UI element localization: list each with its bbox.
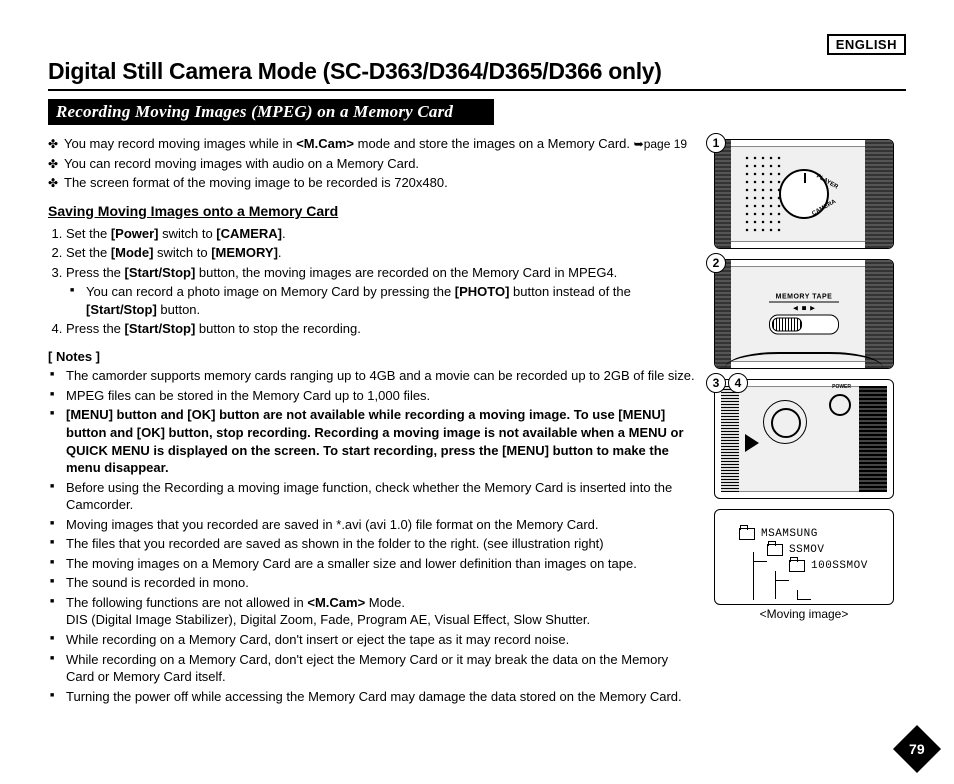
mode-arrows: ◄ ■ ► bbox=[769, 304, 839, 313]
page-number: 79 bbox=[909, 741, 925, 757]
illus-4-wrap: MSAMSUNG SSMOV 100SSMOV <Moving image> bbox=[714, 509, 894, 621]
note-item: The following functions are not allowed … bbox=[66, 594, 696, 629]
step-badge-2: 2 bbox=[706, 253, 726, 273]
note-item: Before using the Recording a moving imag… bbox=[66, 479, 696, 514]
folder-sub: SSMOV bbox=[789, 544, 825, 556]
illus-power-switch: PLAYER CAMERA bbox=[714, 139, 894, 249]
illustration-column: 1 PLAYER CAMERA 2 MEMORY bbox=[714, 139, 906, 707]
t: mode and store the images on a Memory Ca… bbox=[354, 136, 634, 151]
illus-start-stop: POWER bbox=[714, 379, 894, 499]
note-item: The files that you recorded are saved as… bbox=[66, 535, 696, 553]
t: You can record moving images with audio … bbox=[64, 156, 419, 171]
step-1: Set the [Power] switch to [CAMERA]. bbox=[66, 225, 696, 243]
illus-3-wrap: 3 4 POWER bbox=[714, 379, 894, 499]
note-item: [MENU] button and [OK] button are not av… bbox=[66, 406, 696, 476]
illus-caption: <Moving image> bbox=[714, 607, 894, 621]
intro-list: You may record moving images while in <M… bbox=[48, 135, 696, 192]
title-rule bbox=[48, 89, 906, 91]
t: <M.Cam> bbox=[296, 136, 354, 151]
power-label: POWER bbox=[832, 384, 851, 390]
t: You may record moving images while in bbox=[64, 136, 296, 151]
play-icon bbox=[745, 434, 759, 452]
note-item: MPEG files can be stored in the Memory C… bbox=[66, 387, 696, 405]
note-item: While recording on a Memory Card, don't … bbox=[66, 651, 696, 686]
step-badge-4: 4 bbox=[728, 373, 748, 393]
steps-list: Set the [Power] switch to [CAMERA]. Set … bbox=[48, 225, 696, 338]
step-badge-1: 1 bbox=[706, 133, 726, 153]
sub-heading: Saving Moving Images onto a Memory Card bbox=[48, 202, 696, 221]
note-item: Turning the power off while accessing th… bbox=[66, 688, 696, 706]
note-item: Moving images that you recorded are save… bbox=[66, 516, 696, 534]
folder-icon bbox=[739, 528, 755, 540]
illus-folder-tree: MSAMSUNG SSMOV 100SSMOV bbox=[714, 509, 894, 605]
notes-heading: [ Notes ] bbox=[48, 348, 696, 366]
step-badge-3: 3 bbox=[706, 373, 726, 393]
step-4: Press the [Start/Stop] button to stop th… bbox=[66, 320, 696, 338]
manual-page: ENGLISH Digital Still Camera Mode (SC-D3… bbox=[0, 0, 954, 784]
step-3: Press the [Start/Stop] button, the movin… bbox=[66, 264, 696, 319]
note-item: The sound is recorded in mono. bbox=[66, 574, 696, 592]
page-title: Digital Still Camera Mode (SC-D363/D364/… bbox=[48, 58, 906, 85]
intro-item: You can record moving images with audio … bbox=[64, 155, 696, 173]
step-3-sub: You can record a photo image on Memory C… bbox=[66, 283, 696, 318]
folder-leaf: 100SSMOV bbox=[811, 560, 868, 572]
note-item: While recording on a Memory Card, don't … bbox=[66, 631, 696, 649]
folder-icon bbox=[789, 560, 805, 572]
content-row: You may record moving images while in <M… bbox=[48, 135, 906, 707]
illus-2-wrap: 2 MEMORY TAPE ◄ ■ ► bbox=[714, 259, 894, 369]
section-heading: Recording Moving Images (MPEG) on a Memo… bbox=[48, 99, 494, 125]
note-item: The moving images on a Memory Card are a… bbox=[66, 555, 696, 573]
folder-icon bbox=[767, 544, 783, 556]
folder-root: MSAMSUNG bbox=[761, 528, 818, 540]
illus-1-wrap: 1 PLAYER CAMERA bbox=[714, 139, 894, 249]
text-column: You may record moving images while in <M… bbox=[48, 135, 696, 707]
notes-list: The camorder supports memory cards rangi… bbox=[48, 367, 696, 705]
illus-mode-switch: MEMORY TAPE ◄ ■ ► bbox=[714, 259, 894, 369]
intro-item: You may record moving images while in <M… bbox=[64, 135, 696, 153]
page-number-badge: 79 bbox=[893, 725, 941, 773]
t: The screen format of the moving image to… bbox=[64, 175, 448, 190]
page-ref: ➥page 19 bbox=[634, 137, 687, 151]
step-2: Set the [Mode] switch to [MEMORY]. bbox=[66, 244, 696, 262]
language-label: ENGLISH bbox=[827, 34, 906, 55]
note-item: The camorder supports memory cards rangi… bbox=[66, 367, 696, 385]
mode-label: MEMORY TAPE bbox=[769, 294, 839, 303]
intro-item: The screen format of the moving image to… bbox=[64, 174, 696, 192]
